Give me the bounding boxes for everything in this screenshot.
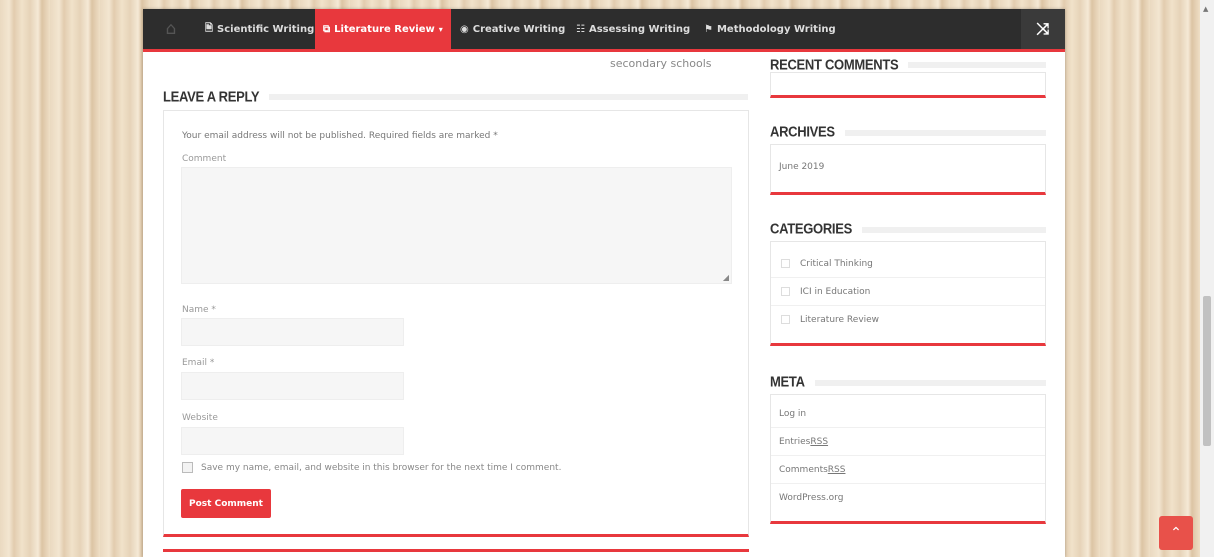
previous-post-text[interactable]: secondary schools (610, 57, 712, 70)
nav-item-creative-writing[interactable]: ◉ Creative Writing (460, 9, 565, 49)
meta-link-wordpress[interactable]: WordPress.org (779, 493, 843, 503)
website-label: Website (182, 413, 218, 423)
meta-link-entries[interactable]: Entries (779, 437, 810, 447)
category-link[interactable]: Literature Review (800, 315, 879, 325)
comment-form: Your email address will not be published… (163, 110, 749, 537)
category-item[interactable]: Critical Thinking (771, 250, 1045, 278)
meta-title: META (770, 372, 815, 391)
folder-icon (781, 287, 790, 296)
website-field[interactable] (181, 427, 404, 455)
post-comment-button[interactable]: Post Comment (181, 489, 271, 518)
meta-item[interactable]: Log in (771, 400, 1045, 428)
required-notice: Your email address will not be published… (182, 131, 498, 141)
eye-icon: ◉ (460, 23, 469, 35)
nav-item-methodology-writing[interactable]: ⚑ Methodology Writing (704, 9, 836, 49)
rss-abbr: RSS (810, 436, 829, 447)
title-divider (843, 227, 1046, 233)
meta-item[interactable]: Entries RSS (771, 428, 1045, 456)
scroll-up-icon[interactable]: ▲ (1203, 5, 1208, 13)
scrollbar[interactable]: ▲ (1200, 0, 1214, 557)
cookie-checkbox[interactable] (182, 462, 193, 473)
category-link[interactable]: Critical Thinking (800, 259, 873, 269)
category-item[interactable]: ICI in Education (771, 278, 1045, 306)
content-bottom-border (163, 549, 749, 552)
recent-comments-widget (770, 72, 1046, 98)
chevron-down-icon: ▾ (438, 24, 443, 34)
title-divider (811, 380, 1046, 386)
nav-item-label: Literature Review (334, 23, 435, 35)
resize-handle-icon[interactable]: ◢ (723, 273, 729, 282)
reply-title: LEAVE A REPLY (163, 87, 270, 106)
page-container: ⌂ 🗎 Scientific Writing ⧉ Literature Revi… (143, 9, 1065, 557)
email-field[interactable] (181, 372, 404, 400)
email-label: Email * (182, 358, 215, 368)
scrollbar-thumb[interactable] (1203, 296, 1211, 446)
meta-widget: Log in Entries RSS Comments RSS WordPres… (770, 394, 1046, 524)
meta-link-login[interactable]: Log in (779, 409, 806, 419)
categories-widget: Critical Thinking ICI in Education Liter… (770, 241, 1046, 346)
category-item[interactable]: Literature Review (771, 306, 1045, 333)
rss-abbr: RSS (827, 464, 846, 475)
title-divider (833, 130, 1046, 136)
nav-item-assessing-writing[interactable]: ☷ Assessing Writing (576, 9, 690, 49)
archive-item[interactable]: June 2019 (771, 145, 1045, 189)
doc-icon: 🗎 (205, 22, 214, 34)
flag-icon: ⚑ (704, 23, 713, 35)
archives-widget: June 2019 (770, 144, 1046, 195)
chevron-up-icon[interactable]: ⌃ (1159, 516, 1193, 550)
comment-textarea[interactable]: ◢ (181, 167, 732, 284)
category-link[interactable]: ICI in Education (800, 287, 870, 297)
copy-icon: ⧉ (323, 23, 331, 35)
nav-item-label: Scientific Writing (217, 23, 315, 35)
meta-link-comments[interactable]: Comments (779, 465, 828, 475)
nav-item-label: Creative Writing (472, 23, 566, 35)
recent-comments-title: RECENT COMMENTS (770, 55, 909, 74)
sliders-icon: ☷ (576, 23, 585, 35)
name-field[interactable] (181, 318, 404, 346)
meta-item[interactable]: Comments RSS (771, 456, 1045, 484)
folder-icon (781, 259, 790, 268)
archive-link[interactable]: June 2019 (779, 162, 824, 172)
cookie-consent[interactable]: Save my name, email, and website in this… (182, 462, 561, 473)
home-icon[interactable]: ⌂ (143, 9, 199, 49)
main-nav: ⌂ 🗎 Scientific Writing ⧉ Literature Revi… (143, 9, 1065, 52)
shuffle-icon[interactable]: ⤨ (1021, 9, 1065, 49)
archives-title: ARCHIVES (770, 122, 845, 141)
nav-item-label: Methodology Writing (716, 23, 836, 35)
nav-item-label: Assessing Writing (588, 23, 691, 35)
comment-label: Comment (182, 154, 227, 164)
categories-title: CATEGORIES (770, 219, 862, 238)
nav-item-literature-review[interactable]: ⧉ Literature Review ▾ (315, 9, 451, 49)
name-label: Name * (182, 305, 216, 315)
folder-icon (781, 315, 790, 324)
nav-item-scientific-writing[interactable]: 🗎 Scientific Writing (205, 9, 314, 49)
meta-item[interactable]: WordPress.org (771, 484, 1045, 511)
cookie-label: Save my name, email, and website in this… (201, 462, 562, 473)
